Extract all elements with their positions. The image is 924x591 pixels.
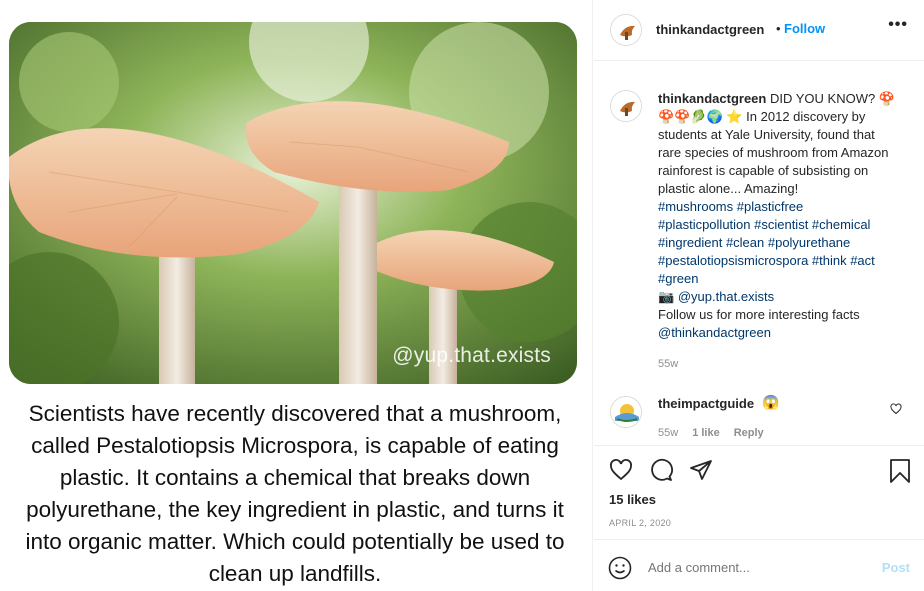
comment-composer: Post: [594, 539, 924, 591]
follow-button[interactable]: Follow: [784, 21, 825, 36]
caption-text: thinkandactgreen DID YOU KNOW? 🍄🍄🍄🥬🌍 ⭐ I…: [658, 90, 898, 342]
comment-input[interactable]: [648, 560, 848, 575]
caption-time[interactable]: 55w: [658, 358, 678, 370]
brand-logo-icon: [611, 91, 641, 121]
like-heart-icon[interactable]: [608, 458, 634, 482]
comment-bubble-icon[interactable]: [648, 458, 674, 482]
image-watermark: @yup.that.exists: [392, 344, 551, 367]
follow-line: Follow us for more interesting facts: [658, 307, 860, 322]
separator-dot: •: [776, 21, 781, 36]
camera-icon: 📷: [658, 289, 675, 304]
header-username[interactable]: thinkandactgreen: [656, 22, 764, 37]
post-sidebar: thinkandactgreen • Follow ••• thinkandac…: [594, 0, 924, 591]
image-fact-text: Scientists have recently discovered that…: [25, 401, 565, 586]
reply-time[interactable]: 55w: [658, 427, 678, 439]
post-date: APRIL 2, 2020: [609, 518, 672, 528]
emoji-smile-icon[interactable]: [608, 556, 632, 580]
comments-list: thinkandactgreen DID YOU KNOW? 🍄🍄🍄🥬🌍 ⭐ I…: [594, 62, 924, 452]
avatar[interactable]: [610, 396, 642, 428]
caption-hashtags[interactable]: #mushrooms #plasticfree #plasticpollutio…: [658, 199, 875, 286]
caption-intro: DID YOU KNOW?: [769, 91, 876, 106]
post-photo: @yup.that.exists: [9, 22, 577, 384]
mention-link[interactable]: @thinkandactgreen: [658, 325, 771, 340]
likes-count[interactable]: 15 likes: [609, 492, 656, 507]
brand-logo-icon: [611, 15, 641, 45]
reply-button[interactable]: Reply: [734, 427, 764, 439]
post-header: thinkandactgreen • Follow •••: [594, 0, 924, 61]
avatar[interactable]: [610, 14, 642, 46]
post-button[interactable]: Post: [882, 560, 910, 575]
reply-meta: 55w 1 like Reply: [658, 427, 778, 439]
comment-heart-icon[interactable]: [890, 403, 902, 415]
reply-likes[interactable]: 1 like: [692, 427, 720, 439]
post-media: @yup.that.exists Scientists have recentl…: [0, 0, 593, 591]
action-bar: 15 likes APRIL 2, 2020: [594, 445, 924, 539]
avatar[interactable]: [610, 90, 642, 122]
reply-emoji: 😱: [762, 394, 780, 410]
mushroom-illustration: [9, 22, 577, 384]
caption-username[interactable]: thinkandactgreen: [658, 91, 766, 106]
credit-link[interactable]: @yup.that.exists: [678, 289, 774, 304]
reply-username[interactable]: theimpactguide: [658, 396, 754, 411]
impact-logo-icon: [611, 397, 641, 427]
more-options-icon[interactable]: •••: [888, 16, 908, 34]
bookmark-icon[interactable]: [888, 458, 912, 484]
share-plane-icon[interactable]: [688, 458, 714, 482]
